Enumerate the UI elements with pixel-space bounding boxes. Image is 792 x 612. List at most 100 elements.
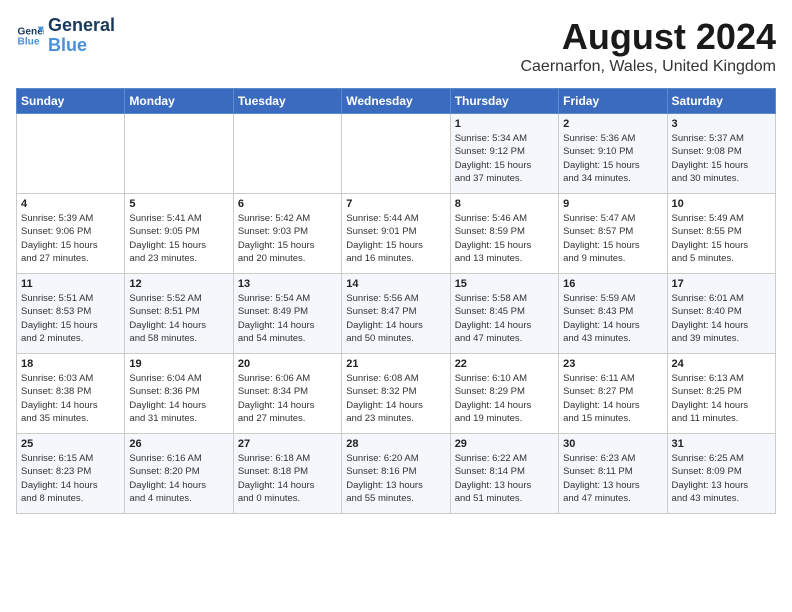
day-number: 2 — [563, 118, 662, 130]
day-of-week-header: Thursday — [450, 89, 558, 114]
calendar-cell — [17, 114, 125, 194]
calendar-cell: 12 Sunrise: 5:52 AM Sunset: 8:51 PM Dayli… — [125, 274, 233, 354]
calendar-cell: 25 Sunrise: 6:15 AM Sunset: 8:23 PM Dayli… — [17, 434, 125, 514]
calendar-cell: 29 Sunrise: 6:22 AM Sunset: 8:14 PM Dayli… — [450, 434, 558, 514]
calendar-cell — [125, 114, 233, 194]
day-number: 28 — [346, 438, 445, 450]
calendar-cell: 19 Sunrise: 6:04 AM Sunset: 8:36 PM Dayli… — [125, 354, 233, 434]
day-number: 8 — [455, 198, 554, 210]
day-number: 20 — [238, 358, 337, 370]
day-info: Sunrise: 5:59 AM Sunset: 8:43 PM Dayligh… — [563, 292, 662, 345]
calendar-cell: 18 Sunrise: 6:03 AM Sunset: 8:38 PM Dayli… — [17, 354, 125, 434]
day-number: 4 — [21, 198, 120, 210]
day-info: Sunrise: 5:54 AM Sunset: 8:49 PM Dayligh… — [238, 292, 337, 345]
calendar-cell: 27 Sunrise: 6:18 AM Sunset: 8:18 PM Dayli… — [233, 434, 341, 514]
day-number: 5 — [129, 198, 228, 210]
day-info: Sunrise: 6:15 AM Sunset: 8:23 PM Dayligh… — [21, 452, 120, 505]
calendar-cell: 2 Sunrise: 5:36 AM Sunset: 9:10 PM Daylig… — [559, 114, 667, 194]
calendar-cell: 28 Sunrise: 6:20 AM Sunset: 8:16 PM Dayli… — [342, 434, 450, 514]
calendar-week-row: 4Sunrise: 5:39 AM Sunset: 9:06 PM Daylig… — [17, 194, 776, 274]
calendar-cell: 1 Sunrise: 5:34 AM Sunset: 9:12 PM Daylig… — [450, 114, 558, 194]
day-number: 1 — [455, 118, 554, 130]
day-info: Sunrise: 5:56 AM Sunset: 8:47 PM Dayligh… — [346, 292, 445, 345]
day-info: Sunrise: 5:47 AM Sunset: 8:57 PM Dayligh… — [563, 212, 662, 265]
day-number: 9 — [563, 198, 662, 210]
day-number: 7 — [346, 198, 445, 210]
day-of-week-header: Saturday — [667, 89, 775, 114]
calendar-header: SundayMondayTuesdayWednesdayThursdayFrid… — [17, 89, 776, 114]
day-info: Sunrise: 6:08 AM Sunset: 8:32 PM Dayligh… — [346, 372, 445, 425]
day-number: 30 — [563, 438, 662, 450]
day-info: Sunrise: 5:34 AM Sunset: 9:12 PM Dayligh… — [455, 132, 554, 185]
day-number: 19 — [129, 358, 228, 370]
day-number: 15 — [455, 278, 554, 290]
calendar-week-row: 1 Sunrise: 5:34 AM Sunset: 9:12 PM Daylig… — [17, 114, 776, 194]
calendar-week-row: 25 Sunrise: 6:15 AM Sunset: 8:23 PM Dayli… — [17, 434, 776, 514]
calendar-cell — [233, 114, 341, 194]
day-number: 16 — [563, 278, 662, 290]
calendar-cell: 11Sunrise: 5:51 AM Sunset: 8:53 PM Dayli… — [17, 274, 125, 354]
calendar-cell: 30 Sunrise: 6:23 AM Sunset: 8:11 PM Dayli… — [559, 434, 667, 514]
day-number: 10 — [672, 198, 771, 210]
day-info: Sunrise: 6:03 AM Sunset: 8:38 PM Dayligh… — [21, 372, 120, 425]
calendar-cell: 21 Sunrise: 6:08 AM Sunset: 8:32 PM Dayli… — [342, 354, 450, 434]
calendar-cell: 23Sunrise: 6:11 AM Sunset: 8:27 PM Dayli… — [559, 354, 667, 434]
day-of-week-header: Tuesday — [233, 89, 341, 114]
calendar-table: SundayMondayTuesdayWednesdayThursdayFrid… — [16, 88, 776, 514]
day-of-week-header: Sunday — [17, 89, 125, 114]
calendar-cell: 26Sunrise: 6:16 AM Sunset: 8:20 PM Dayli… — [125, 434, 233, 514]
day-number: 29 — [455, 438, 554, 450]
calendar-cell: 14 Sunrise: 5:56 AM Sunset: 8:47 PM Dayli… — [342, 274, 450, 354]
calendar-body: 1 Sunrise: 5:34 AM Sunset: 9:12 PM Daylig… — [17, 114, 776, 514]
calendar-cell: 5Sunrise: 5:41 AM Sunset: 9:05 PM Daylig… — [125, 194, 233, 274]
day-number: 22 — [455, 358, 554, 370]
day-info: Sunrise: 5:52 AM Sunset: 8:51 PM Dayligh… — [129, 292, 228, 345]
day-info: Sunrise: 6:23 AM Sunset: 8:11 PM Dayligh… — [563, 452, 662, 505]
day-number: 11 — [21, 278, 120, 290]
calendar-cell: 22 Sunrise: 6:10 AM Sunset: 8:29 PM Dayli… — [450, 354, 558, 434]
day-info: Sunrise: 6:13 AM Sunset: 8:25 PM Dayligh… — [672, 372, 771, 425]
day-info: Sunrise: 5:44 AM Sunset: 9:01 PM Dayligh… — [346, 212, 445, 265]
svg-text:Blue: Blue — [18, 36, 40, 47]
day-info: Sunrise: 5:49 AM Sunset: 8:55 PM Dayligh… — [672, 212, 771, 265]
calendar-cell: 8Sunrise: 5:46 AM Sunset: 8:59 PM Daylig… — [450, 194, 558, 274]
day-info: Sunrise: 6:04 AM Sunset: 8:36 PM Dayligh… — [129, 372, 228, 425]
day-info: Sunrise: 6:22 AM Sunset: 8:14 PM Dayligh… — [455, 452, 554, 505]
day-info: Sunrise: 5:36 AM Sunset: 9:10 PM Dayligh… — [563, 132, 662, 185]
calendar-cell: 24 Sunrise: 6:13 AM Sunset: 8:25 PM Dayli… — [667, 354, 775, 434]
day-number: 27 — [238, 438, 337, 450]
page-header: General Blue General Blue August 2024 Ca… — [16, 16, 776, 76]
day-info: Sunrise: 5:58 AM Sunset: 8:45 PM Dayligh… — [455, 292, 554, 345]
calendar-cell: 13Sunrise: 5:54 AM Sunset: 8:49 PM Dayli… — [233, 274, 341, 354]
day-info: Sunrise: 6:11 AM Sunset: 8:27 PM Dayligh… — [563, 372, 662, 425]
calendar-cell: 15 Sunrise: 5:58 AM Sunset: 8:45 PM Dayli… — [450, 274, 558, 354]
day-number: 25 — [21, 438, 120, 450]
day-info: Sunrise: 6:18 AM Sunset: 8:18 PM Dayligh… — [238, 452, 337, 505]
calendar-cell: 4Sunrise: 5:39 AM Sunset: 9:06 PM Daylig… — [17, 194, 125, 274]
calendar-cell: 16 Sunrise: 5:59 AM Sunset: 8:43 PM Dayli… — [559, 274, 667, 354]
day-info: Sunrise: 6:01 AM Sunset: 8:40 PM Dayligh… — [672, 292, 771, 345]
main-title: August 2024 — [520, 16, 776, 58]
day-number: 18 — [21, 358, 120, 370]
header-row: SundayMondayTuesdayWednesdayThursdayFrid… — [17, 89, 776, 114]
day-number: 24 — [672, 358, 771, 370]
day-info: Sunrise: 6:10 AM Sunset: 8:29 PM Dayligh… — [455, 372, 554, 425]
logo: General Blue General Blue — [16, 16, 115, 56]
calendar-cell: 9 Sunrise: 5:47 AM Sunset: 8:57 PM Daylig… — [559, 194, 667, 274]
day-number: 12 — [129, 278, 228, 290]
day-number: 14 — [346, 278, 445, 290]
day-number: 6 — [238, 198, 337, 210]
logo-text-blue: Blue — [48, 36, 115, 56]
day-info: Sunrise: 6:06 AM Sunset: 8:34 PM Dayligh… — [238, 372, 337, 425]
calendar-cell: 20 Sunrise: 6:06 AM Sunset: 8:34 PM Dayli… — [233, 354, 341, 434]
day-number: 21 — [346, 358, 445, 370]
day-info: Sunrise: 6:16 AM Sunset: 8:20 PM Dayligh… — [129, 452, 228, 505]
day-info: Sunrise: 6:20 AM Sunset: 8:16 PM Dayligh… — [346, 452, 445, 505]
day-info: Sunrise: 5:37 AM Sunset: 9:08 PM Dayligh… — [672, 132, 771, 185]
calendar-cell: 10 Sunrise: 5:49 AM Sunset: 8:55 PM Dayli… — [667, 194, 775, 274]
calendar-cell: 7 Sunrise: 5:44 AM Sunset: 9:01 PM Daylig… — [342, 194, 450, 274]
logo-icon: General Blue — [16, 22, 44, 50]
sub-title: Caernarfon, Wales, United Kingdom — [520, 58, 776, 76]
day-number: 17 — [672, 278, 771, 290]
calendar-week-row: 18 Sunrise: 6:03 AM Sunset: 8:38 PM Dayli… — [17, 354, 776, 434]
